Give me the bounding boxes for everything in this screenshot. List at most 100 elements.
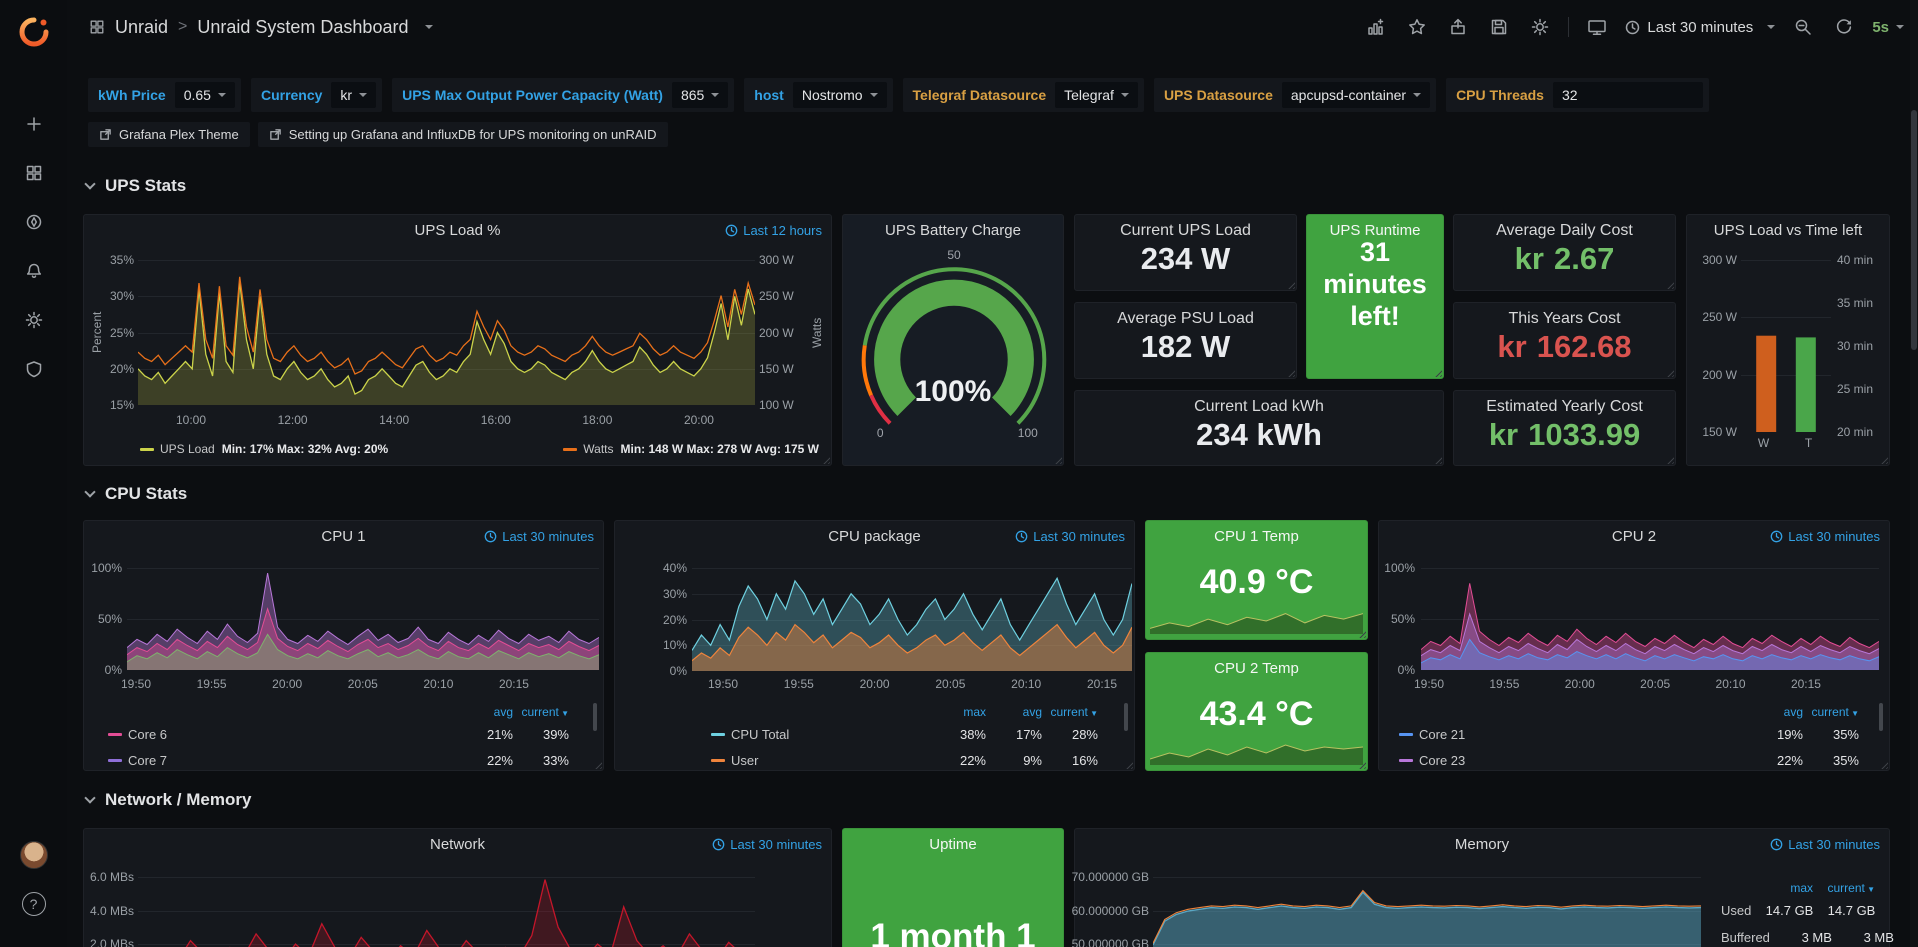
section-ups-stats[interactable]: UPS Stats — [86, 174, 186, 198]
panel-title[interactable]: Memory — [1075, 836, 1889, 853]
time-range-badge[interactable]: Last 30 minutes — [712, 837, 822, 852]
dashboard-link[interactable]: Setting up Grafana and InfluxDB for UPS … — [258, 122, 668, 147]
legend-col-header[interactable]: avg — [986, 705, 1042, 719]
variable-value-dropdown[interactable]: 32 — [1553, 82, 1703, 108]
legend-item[interactable]: UPS Load Min: 17% Max: 32% Avg: 20% — [140, 442, 388, 456]
add-panel-button[interactable] — [1363, 14, 1389, 40]
panel-title[interactable]: Uptime — [843, 836, 1063, 853]
variable-label: kWh Price — [98, 87, 166, 103]
sidebar-item-alerting[interactable] — [14, 251, 54, 291]
time-range-badge[interactable]: Last 12 hours — [725, 223, 822, 238]
series-name[interactable]: Core 7 — [128, 753, 167, 768]
zoom-out-button[interactable] — [1790, 14, 1816, 40]
legend-item[interactable]: Watts Min: 148 W Max: 278 W Avg: 175 W — [563, 442, 819, 456]
legend-scrollbar[interactable] — [1879, 703, 1883, 731]
legend-col-header[interactable]: current — [513, 705, 569, 719]
series-name[interactable]: Core 21 — [1419, 727, 1465, 742]
series-name[interactable]: User — [731, 753, 758, 768]
dashboard-link[interactable]: Grafana Plex Theme — [88, 122, 250, 147]
tick-label: 100 W — [759, 397, 794, 413]
panel-title[interactable]: Current UPS Load — [1075, 222, 1296, 240]
tick-label: 25 min — [1837, 381, 1873, 397]
cpu1-chart[interactable] — [127, 568, 599, 670]
cycle-view-button[interactable] — [1584, 14, 1610, 40]
time-range-badge[interactable]: Last 30 minutes — [1770, 529, 1880, 544]
panel-title[interactable]: CPU 2 Temp — [1146, 660, 1367, 677]
tick-label: 60.000000 GB — [1072, 903, 1149, 919]
dashboard-settings-button[interactable] — [1527, 14, 1553, 40]
panel-title[interactable]: Average Daily Cost — [1454, 222, 1675, 240]
time-range-picker[interactable]: Last 30 minutes — [1625, 19, 1775, 36]
refresh-interval-picker[interactable]: 5s — [1872, 19, 1904, 36]
legend-value: 22% — [1747, 753, 1803, 768]
legend-scrollbar[interactable] — [593, 703, 597, 731]
time-range-badge[interactable]: Last 30 minutes — [1015, 529, 1125, 544]
panel-title[interactable]: Average PSU Load — [1075, 310, 1296, 328]
panel-title[interactable]: UPS Battery Charge — [843, 222, 1063, 239]
section-title: Network / Memory — [105, 790, 251, 810]
scrollbar-thumb[interactable] — [1911, 110, 1917, 350]
save-dashboard-button[interactable] — [1486, 14, 1512, 40]
panel-title[interactable]: CPU 1 Temp — [1146, 528, 1367, 545]
legend-col-header[interactable]: current — [1803, 705, 1859, 719]
star-dashboard-button[interactable] — [1404, 14, 1430, 40]
panel-title[interactable]: Estimated Yearly Cost — [1454, 398, 1675, 416]
variable-value-dropdown[interactable]: 0.65 — [175, 82, 235, 108]
tick-label: 20:00 — [840, 677, 910, 693]
dashboard-title[interactable]: Unraid System Dashboard — [197, 17, 408, 38]
network-chart[interactable] — [138, 863, 755, 947]
legend-col-header[interactable]: current — [1042, 705, 1098, 719]
legend-col-header[interactable]: avg — [1747, 705, 1803, 719]
cpu-package-chart[interactable] — [692, 568, 1132, 671]
chevron-down-icon — [84, 792, 95, 803]
panel-title[interactable]: UPS Load % — [84, 222, 831, 239]
ups-bars-chart[interactable] — [1741, 260, 1831, 432]
panel-title[interactable]: This Years Cost — [1454, 310, 1675, 328]
section-network-memory[interactable]: Network / Memory — [86, 788, 251, 812]
sidebar-item-explore[interactable] — [14, 202, 54, 242]
sidebar-item-server-admin[interactable] — [14, 349, 54, 389]
legend-col-header[interactable]: current — [1813, 881, 1875, 895]
memory-chart[interactable] — [1153, 863, 1701, 947]
legend-col-header[interactable]: max — [1751, 881, 1813, 895]
series-swatch — [108, 759, 122, 762]
cpu2-chart[interactable] — [1421, 568, 1879, 670]
variable-value-dropdown[interactable]: apcupsd-container — [1282, 82, 1430, 108]
series-name[interactable]: Core 6 — [128, 727, 167, 742]
legend: maxavgcurrent CPU Total 38%17%28% User 2… — [711, 703, 1098, 773]
share-dashboard-button[interactable] — [1445, 14, 1471, 40]
sidebar-item-help[interactable]: ? — [14, 884, 54, 924]
tick-label: 19:50 — [101, 677, 171, 693]
series-name[interactable]: CPU Total — [731, 727, 789, 742]
grafana-logo[interactable] — [14, 12, 54, 52]
time-range-badge[interactable]: Last 30 minutes — [1770, 837, 1880, 852]
variable-value-dropdown[interactable]: 865 — [672, 82, 728, 108]
sidebar-item-configuration[interactable] — [14, 300, 54, 340]
breadcrumb-org[interactable]: Unraid — [115, 17, 168, 38]
variable-value-dropdown[interactable]: kr — [331, 82, 376, 108]
sidebar-item-dashboards[interactable] — [14, 153, 54, 193]
panel-title[interactable]: Current Load kWh — [1075, 398, 1443, 416]
section-cpu-stats[interactable]: CPU Stats — [86, 482, 187, 506]
variable-value-dropdown[interactable]: Nostromo — [793, 82, 887, 108]
ups-load-chart[interactable] — [138, 260, 755, 405]
page-scrollbar — [1910, 0, 1918, 947]
variable-value-dropdown[interactable]: Telegraf — [1055, 82, 1138, 108]
sidebar-item-create[interactable] — [14, 104, 54, 144]
tick-label: T — [1794, 436, 1824, 452]
legend-col-header[interactable]: avg — [457, 705, 513, 719]
refresh-button[interactable] — [1831, 14, 1857, 40]
panel-title[interactable]: UPS Load vs Time left — [1687, 222, 1889, 239]
series-name[interactable]: Used — [1721, 903, 1751, 918]
zoom-out-icon — [1794, 18, 1812, 36]
legend-value: 28% — [1042, 727, 1098, 742]
series-name[interactable]: Core 23 — [1419, 753, 1465, 768]
chevron-down-icon — [84, 178, 95, 189]
series-swatch — [711, 733, 725, 736]
legend-col-header[interactable]: max — [930, 705, 986, 719]
battery-gauge-chart[interactable]: 050100 — [843, 239, 1065, 454]
time-range-badge[interactable]: Last 30 minutes — [484, 529, 594, 544]
user-avatar[interactable] — [14, 835, 54, 875]
series-name[interactable]: Buffered — [1721, 930, 1770, 945]
legend-scrollbar[interactable] — [1124, 703, 1128, 731]
